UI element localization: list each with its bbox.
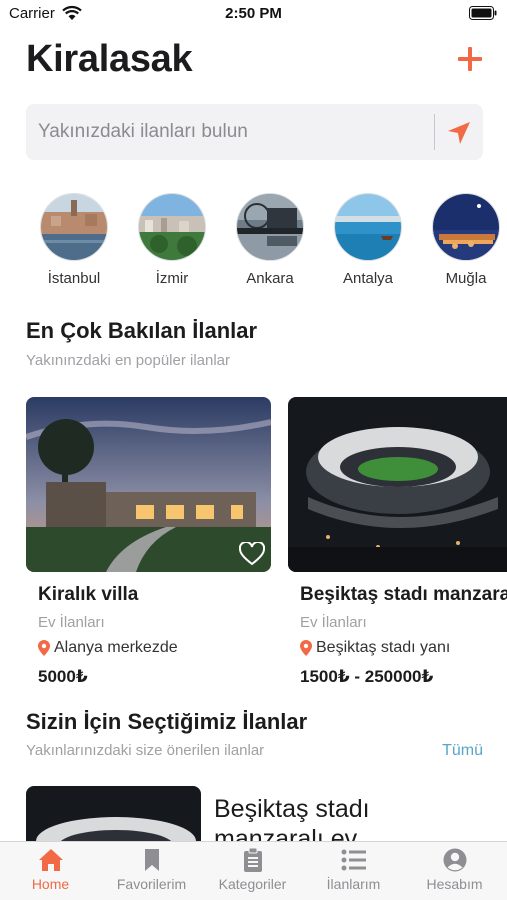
popular-section-title: En Çok Bakılan İlanlar [26,318,258,343]
city-label: Muğla [445,270,487,287]
city-photo [334,193,402,261]
city-label: Antalya [342,270,394,287]
listing-photo [26,786,201,846]
recommended-section-subtitle: Yakınlarınızdaki size önerilen ilanlar [26,742,265,759]
listing-title: Kiralık villa [38,584,139,605]
city-photo [236,193,304,261]
tab-my-listings[interactable]: İlanlarım [303,842,404,900]
favorite-heart-icon[interactable] [239,542,265,566]
listing-price: 1500₺ - 250000₺ [300,667,434,686]
city-label: Ankara [246,270,294,287]
tab-label: Favorilerim [116,876,187,892]
listing-title: Beşiktaş stadı manzaralı ev [300,584,507,605]
bookmark-icon [144,849,159,871]
listing-category: Ev İlanları [300,614,367,631]
tab-favorites[interactable]: Favorilerim [101,842,202,900]
user-icon [443,848,466,872]
city-ankara[interactable]: Ankara [230,193,310,287]
listing-price: 5000₺ [38,667,88,686]
city-mugla[interactable]: Muğla [426,193,506,287]
city-photo [432,193,500,261]
tab-label: Hesabım [426,876,483,892]
listing-location-text: Beşiktaş stadı yanı [316,639,451,656]
popular-cards: Kiralık villa Ev İlanları Alanya merkezd… [26,397,507,697]
city-photo [40,193,108,261]
listing-location-text: Alanya merkezde [54,639,178,656]
tab-label: İlanlarım [326,876,381,892]
location-pin-icon [38,640,50,656]
battery-icon [469,6,497,20]
city-label: İzmir [155,270,189,287]
list-icon [341,849,366,871]
listing-title: Beşiktaş stadı manzaralı ev [214,795,370,846]
listing-photo [288,397,507,572]
listing-photo [26,397,271,572]
popular-section-subtitle: Yakınınzdaki en popüler ilanlar [26,352,231,369]
status-bar: Carrier 2:50 PM [0,0,507,28]
add-listing-button[interactable] [455,44,485,74]
page-title: Kiralasak [26,38,193,80]
location-pin-icon [300,640,312,656]
listing-location: Alanya merkezde [38,639,271,657]
city-izmir[interactable]: İzmir [132,193,212,287]
search-bar [26,104,483,160]
tab-account[interactable]: Hesabım [404,842,505,900]
city-istanbul[interactable]: İstanbul [34,193,114,287]
tab-label: Kategoriler [218,876,287,892]
search-divider [434,114,435,150]
tab-bar: Home Favorilerim Kategoriler İlanlarım H… [0,841,507,900]
see-all-link[interactable]: Tümü [442,742,483,760]
recommended-section-title: Sizin İçin Seçtiğimiz İlanlar [26,709,308,734]
tab-categories[interactable]: Kategoriler [202,842,303,900]
listing-card[interactable]: Kiralık villa Ev İlanları Alanya merkezd… [26,397,271,687]
location-arrow-icon[interactable] [446,120,472,146]
search-input[interactable] [38,104,438,160]
clipboard-icon [243,848,262,872]
tab-label: Home [31,876,70,892]
city-photo [138,193,206,261]
home-icon [38,849,63,871]
listing-category: Ev İlanları [38,614,105,631]
recommended-list-item[interactable]: Beşiktaş stadı manzaralı ev [26,786,507,846]
listing-location: Beşiktaş stadı yanı [300,639,507,657]
listing-card[interactable]: Beşiktaş stadı manzaralı ev Ev İlanları … [288,397,507,687]
clock: 2:50 PM [225,5,282,22]
city-list: İstanbul İzmir Ankara Antalya Muğla [36,193,507,303]
tab-home[interactable]: Home [0,842,101,900]
city-antalya[interactable]: Antalya [328,193,408,287]
city-label: İstanbul [47,270,101,287]
